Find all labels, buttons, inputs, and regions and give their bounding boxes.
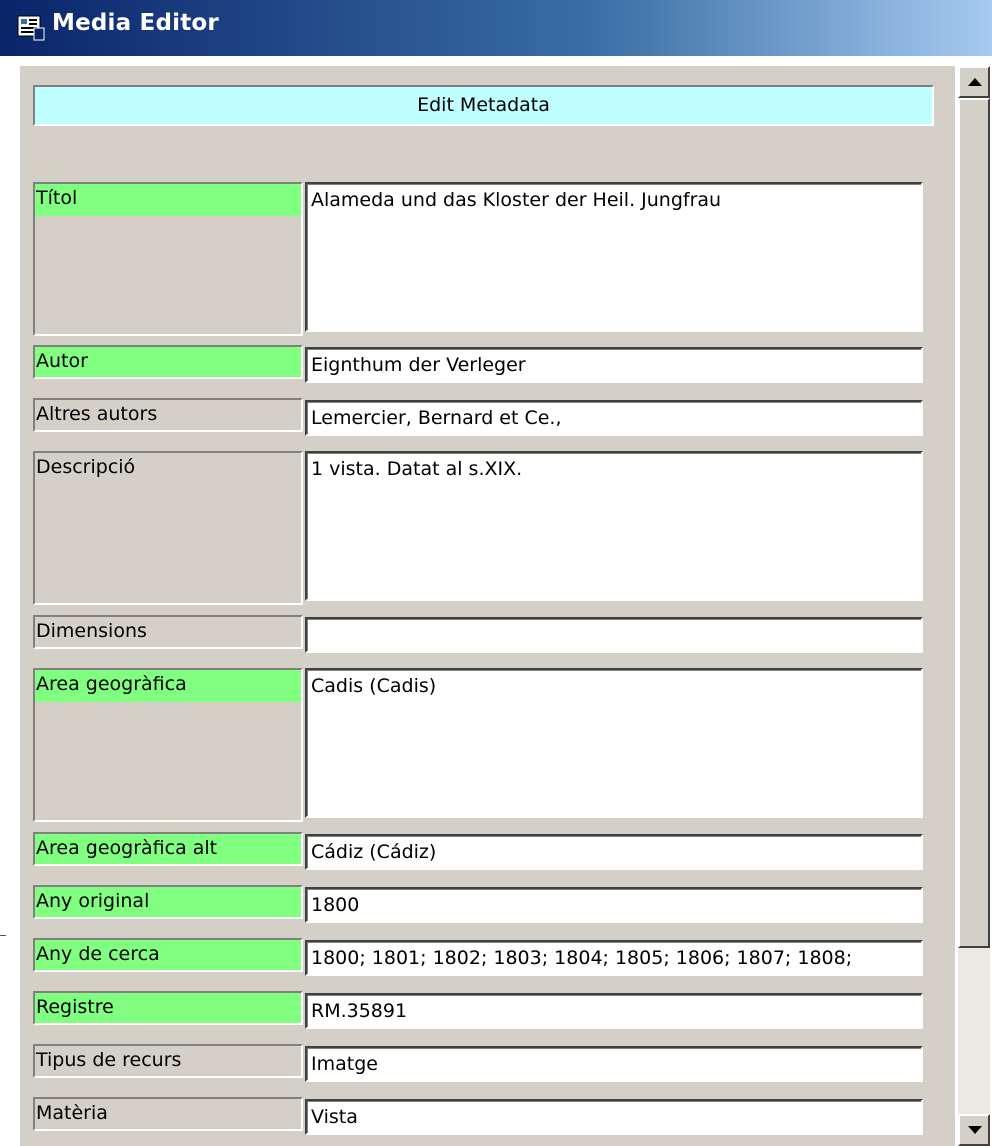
label-dimensions: Dimensions	[33, 615, 303, 649]
metadata-form: Edit Metadata Títol Alameda und das Klos…	[20, 66, 955, 1146]
label-area-geografica-alt: Area geogràfica alt	[33, 832, 303, 866]
label-registre: Registre	[33, 991, 303, 1025]
label-any-original: Any original	[33, 885, 303, 919]
label-area-geografica: Area geogràfica	[33, 668, 303, 822]
field-titol[interactable]: Alameda und das Kloster der Heil. Jungfr…	[305, 182, 923, 332]
label-materia-text: Matèria	[36, 1102, 108, 1124]
field-any-original[interactable]: 1800	[305, 887, 923, 923]
label-area-geografica-alt-text: Area geogràfica alt	[36, 837, 218, 859]
field-area-geografica[interactable]: Cadis (Cadis)	[305, 668, 923, 818]
field-materia[interactable]: Vista	[305, 1099, 923, 1135]
arrow-up-icon	[968, 78, 982, 86]
field-any-de-cerca[interactable]: 1800; 1801; 1802; 1803; 1804; 1805; 1806…	[305, 940, 923, 976]
field-descripcio[interactable]: 1 vista. Datat al s.XIX.	[305, 451, 923, 601]
label-autor: Autor	[33, 345, 303, 379]
label-descripcio-text: Descripció	[36, 456, 136, 478]
field-registre[interactable]: RM.35891	[305, 993, 923, 1029]
label-any-original-text: Any original	[36, 890, 150, 912]
edge-marker	[0, 935, 6, 936]
window-title: Media Editor	[52, 10, 219, 36]
scroll-up-button[interactable]	[958, 66, 990, 98]
label-altres-autors: Altres autors	[33, 398, 303, 432]
field-autor[interactable]: Eignthum der Verleger	[305, 347, 923, 383]
label-any-de-cerca-text: Any de cerca	[36, 943, 160, 965]
label-tipus-de-recurs-text: Tipus de recurs	[36, 1049, 182, 1071]
vertical-scrollbar[interactable]	[958, 66, 990, 1146]
label-tipus-de-recurs: Tipus de recurs	[33, 1044, 303, 1078]
field-altres-autors[interactable]: Lemercier, Bernard et Ce.,	[305, 400, 923, 436]
client-area: Edit Metadata Títol Alameda und das Klos…	[0, 56, 992, 1146]
label-descripcio: Descripció	[33, 451, 303, 605]
scroll-thumb[interactable]	[958, 98, 990, 948]
media-editor-window: Media Editor Edit Metadata Títol Alameda…	[0, 0, 992, 1146]
arrow-down-icon	[968, 1126, 982, 1134]
label-dimensions-text: Dimensions	[36, 620, 147, 642]
label-materia: Matèria	[33, 1097, 303, 1131]
label-any-de-cerca: Any de cerca	[33, 938, 303, 972]
label-registre-text: Registre	[36, 996, 114, 1018]
label-titol-text: Títol	[36, 187, 78, 209]
title-bar[interactable]: Media Editor	[0, 0, 992, 56]
label-autor-text: Autor	[36, 350, 88, 372]
label-area-geografica-text: Area geogràfica	[36, 673, 187, 695]
label-titol: Títol	[33, 182, 303, 336]
media-editor-app-icon	[17, 15, 45, 41]
label-altres-autors-text: Altres autors	[36, 403, 158, 425]
field-dimensions[interactable]	[305, 617, 923, 653]
field-tipus-de-recurs[interactable]: Imatge	[305, 1046, 923, 1082]
field-area-geografica-alt[interactable]: Cádiz (Cádiz)	[305, 834, 923, 870]
scroll-down-button[interactable]	[958, 1114, 990, 1146]
edit-metadata-header: Edit Metadata	[33, 85, 934, 126]
